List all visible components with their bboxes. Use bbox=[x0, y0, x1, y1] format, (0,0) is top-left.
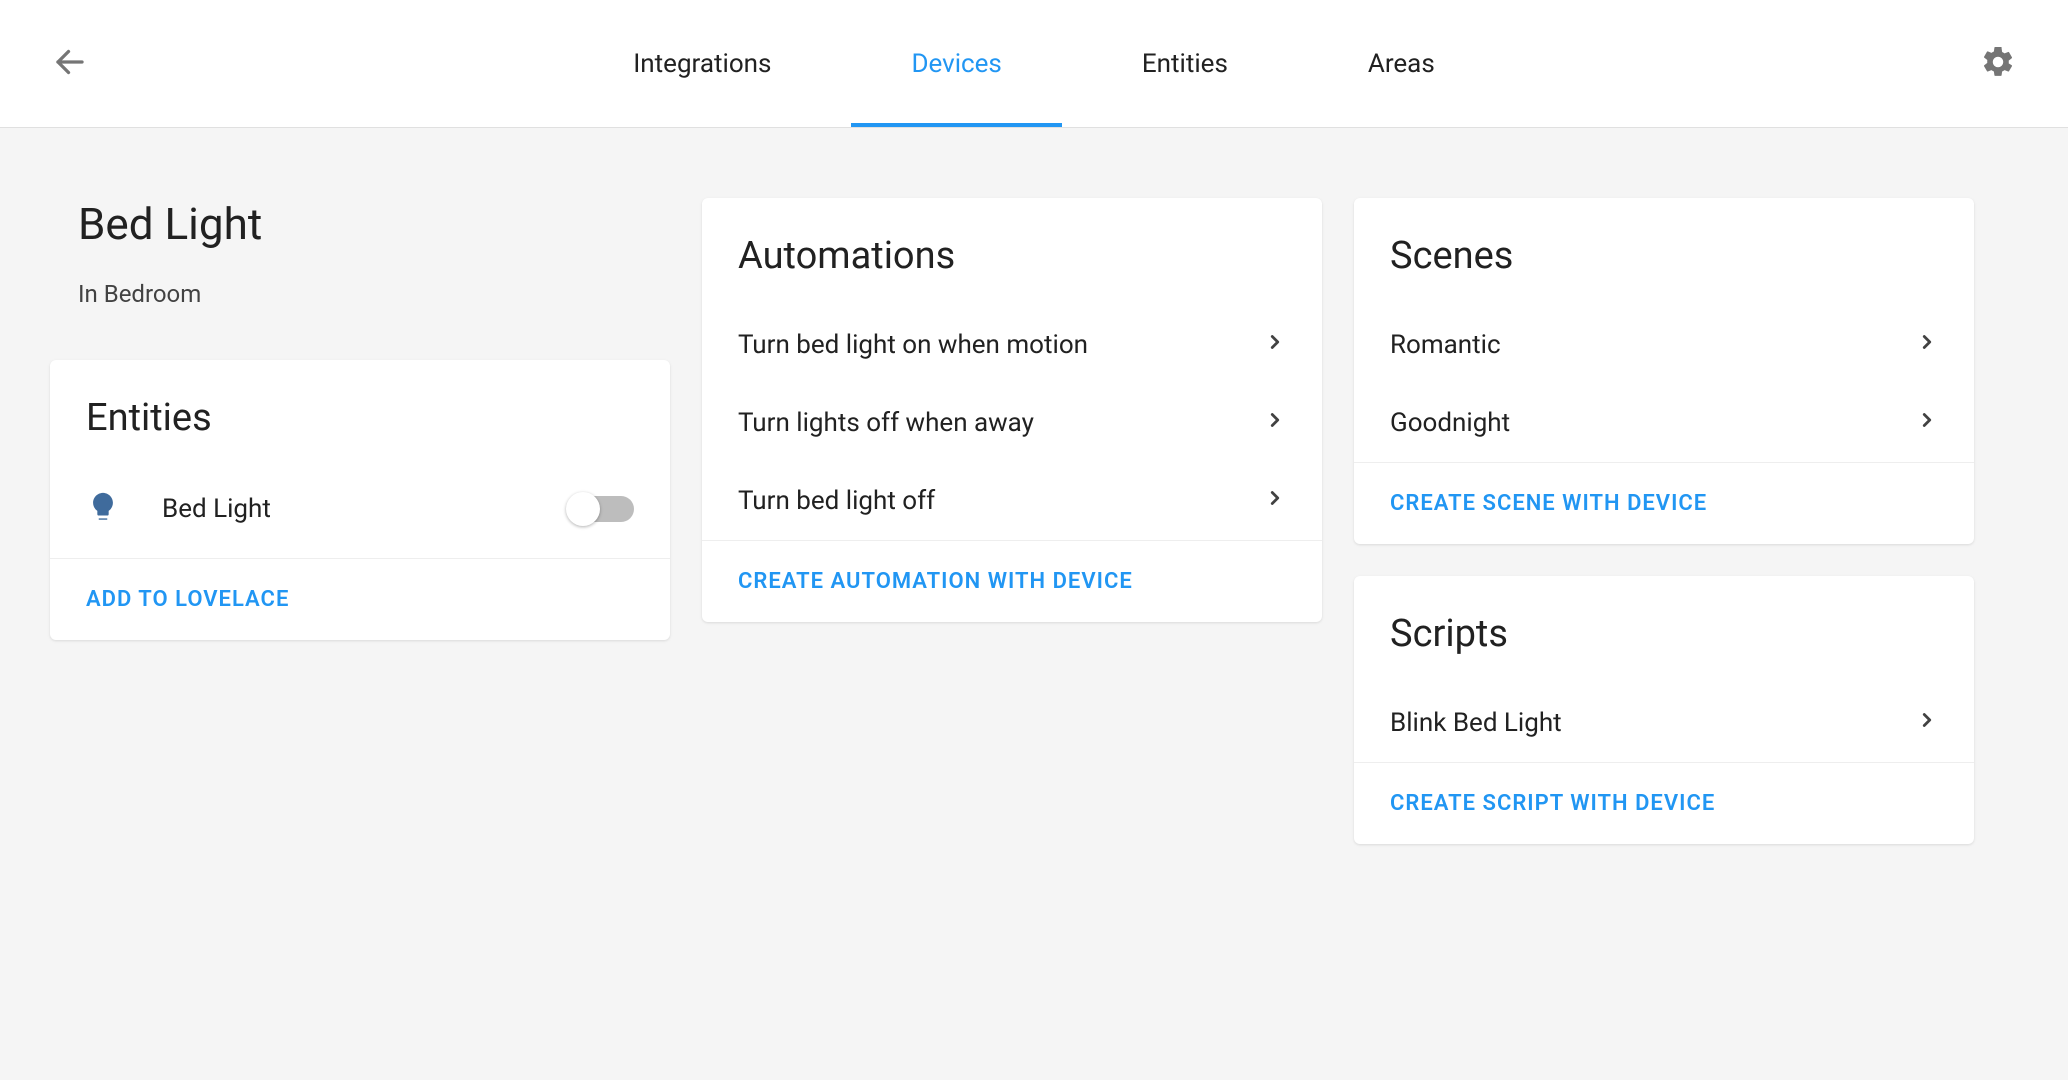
header-tabs: Integrations Devices Entities Areas bbox=[623, 0, 1445, 127]
automation-item-label: Turn bed light off bbox=[738, 486, 935, 516]
toggle-knob bbox=[566, 492, 600, 526]
automation-item-label: Turn lights off when away bbox=[738, 408, 1034, 438]
app-header: Integrations Devices Entities Areas bbox=[0, 0, 2068, 128]
automations-card: Automations Turn bed light on when motio… bbox=[702, 198, 1322, 622]
chevron-right-icon bbox=[1916, 330, 1938, 360]
chevron-right-icon bbox=[1916, 708, 1938, 738]
device-location: In Bedroom bbox=[78, 280, 642, 308]
automation-item[interactable]: Turn bed light on when motion bbox=[702, 306, 1322, 384]
settings-button[interactable] bbox=[1980, 44, 2016, 84]
scenes-card: Scenes Romantic Goodnight CREATE SCENE W… bbox=[1354, 198, 1974, 544]
create-automation-button[interactable]: CREATE AUTOMATION WITH DEVICE bbox=[738, 569, 1133, 594]
lightbulb-icon bbox=[86, 490, 120, 528]
column-left: Bed Light In Bedroom Entities Bed Light … bbox=[50, 198, 670, 844]
script-item-label: Blink Bed Light bbox=[1390, 708, 1562, 738]
chevron-right-icon bbox=[1264, 408, 1286, 438]
add-to-lovelace-button[interactable]: ADD TO LOVELACE bbox=[86, 587, 289, 612]
automations-card-title: Automations bbox=[702, 198, 1322, 306]
tab-entities[interactable]: Entities bbox=[1132, 0, 1238, 127]
automations-card-footer: CREATE AUTOMATION WITH DEVICE bbox=[702, 540, 1322, 622]
chevron-right-icon bbox=[1264, 486, 1286, 516]
entities-card-title: Entities bbox=[50, 360, 670, 468]
scenes-card-footer: CREATE SCENE WITH DEVICE bbox=[1354, 462, 1974, 544]
chevron-right-icon bbox=[1264, 330, 1286, 360]
entity-row[interactable]: Bed Light bbox=[50, 468, 670, 558]
arrow-left-icon bbox=[52, 44, 88, 80]
scene-item-label: Romantic bbox=[1390, 330, 1501, 360]
scripts-card: Scripts Blink Bed Light CREATE SCRIPT WI… bbox=[1354, 576, 1974, 844]
entities-card-footer: ADD TO LOVELACE bbox=[50, 558, 670, 640]
entity-toggle[interactable] bbox=[570, 496, 634, 522]
automation-item[interactable]: Turn lights off when away bbox=[702, 384, 1322, 462]
scenes-card-title: Scenes bbox=[1354, 198, 1974, 306]
automation-item[interactable]: Turn bed light off bbox=[702, 462, 1322, 540]
create-script-button[interactable]: CREATE SCRIPT WITH DEVICE bbox=[1390, 791, 1715, 816]
entity-label: Bed Light bbox=[162, 494, 570, 524]
column-right: Scenes Romantic Goodnight CREATE SCENE W… bbox=[1354, 198, 1974, 844]
script-item[interactable]: Blink Bed Light bbox=[1354, 684, 1974, 762]
scene-item[interactable]: Romantic bbox=[1354, 306, 1974, 384]
main-content: Bed Light In Bedroom Entities Bed Light … bbox=[0, 128, 2068, 884]
tab-integrations[interactable]: Integrations bbox=[623, 0, 781, 127]
create-scene-button[interactable]: CREATE SCENE WITH DEVICE bbox=[1390, 491, 1707, 516]
tab-areas[interactable]: Areas bbox=[1358, 0, 1445, 127]
scene-item-label: Goodnight bbox=[1390, 408, 1510, 438]
chevron-right-icon bbox=[1916, 408, 1938, 438]
gear-icon bbox=[1980, 44, 2016, 80]
automation-item-label: Turn bed light on when motion bbox=[738, 330, 1088, 360]
scene-item[interactable]: Goodnight bbox=[1354, 384, 1974, 462]
back-button[interactable] bbox=[52, 44, 88, 84]
scripts-card-title: Scripts bbox=[1354, 576, 1974, 684]
column-middle: Automations Turn bed light on when motio… bbox=[702, 198, 1322, 844]
scripts-card-footer: CREATE SCRIPT WITH DEVICE bbox=[1354, 762, 1974, 844]
device-title: Bed Light bbox=[78, 198, 642, 250]
device-header: Bed Light In Bedroom bbox=[50, 198, 670, 328]
tab-devices[interactable]: Devices bbox=[901, 0, 1011, 127]
entities-card: Entities Bed Light ADD TO LOVELACE bbox=[50, 360, 670, 640]
